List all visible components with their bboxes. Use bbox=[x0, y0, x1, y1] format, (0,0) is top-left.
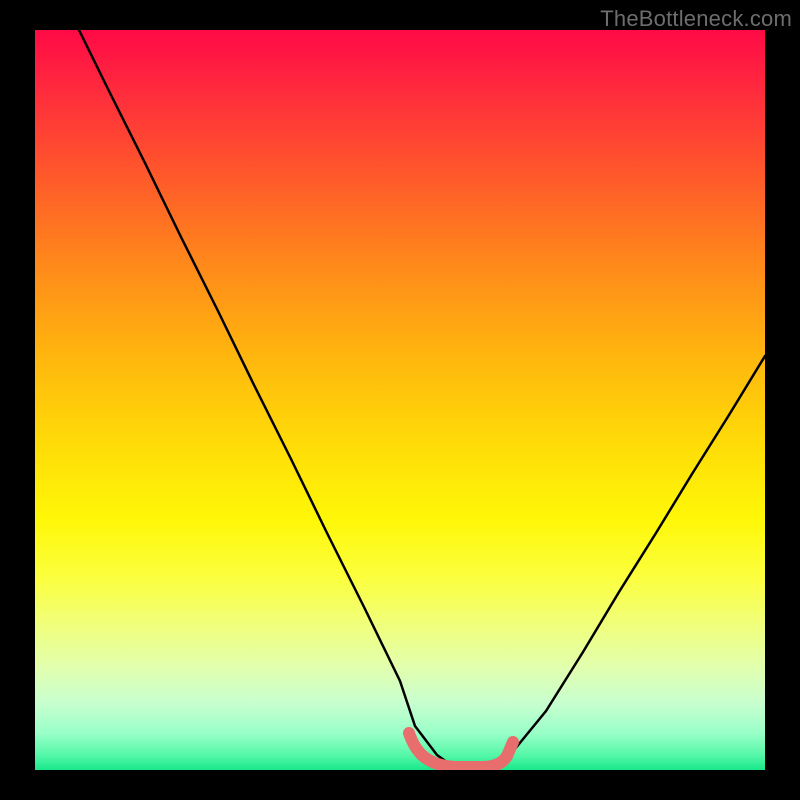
chart-plot-area bbox=[35, 30, 765, 770]
watermark-text: TheBottleneck.com bbox=[600, 6, 792, 32]
chart-frame: TheBottleneck.com bbox=[0, 0, 800, 800]
chart-svg bbox=[35, 30, 765, 770]
bottleneck-curve bbox=[79, 30, 765, 770]
